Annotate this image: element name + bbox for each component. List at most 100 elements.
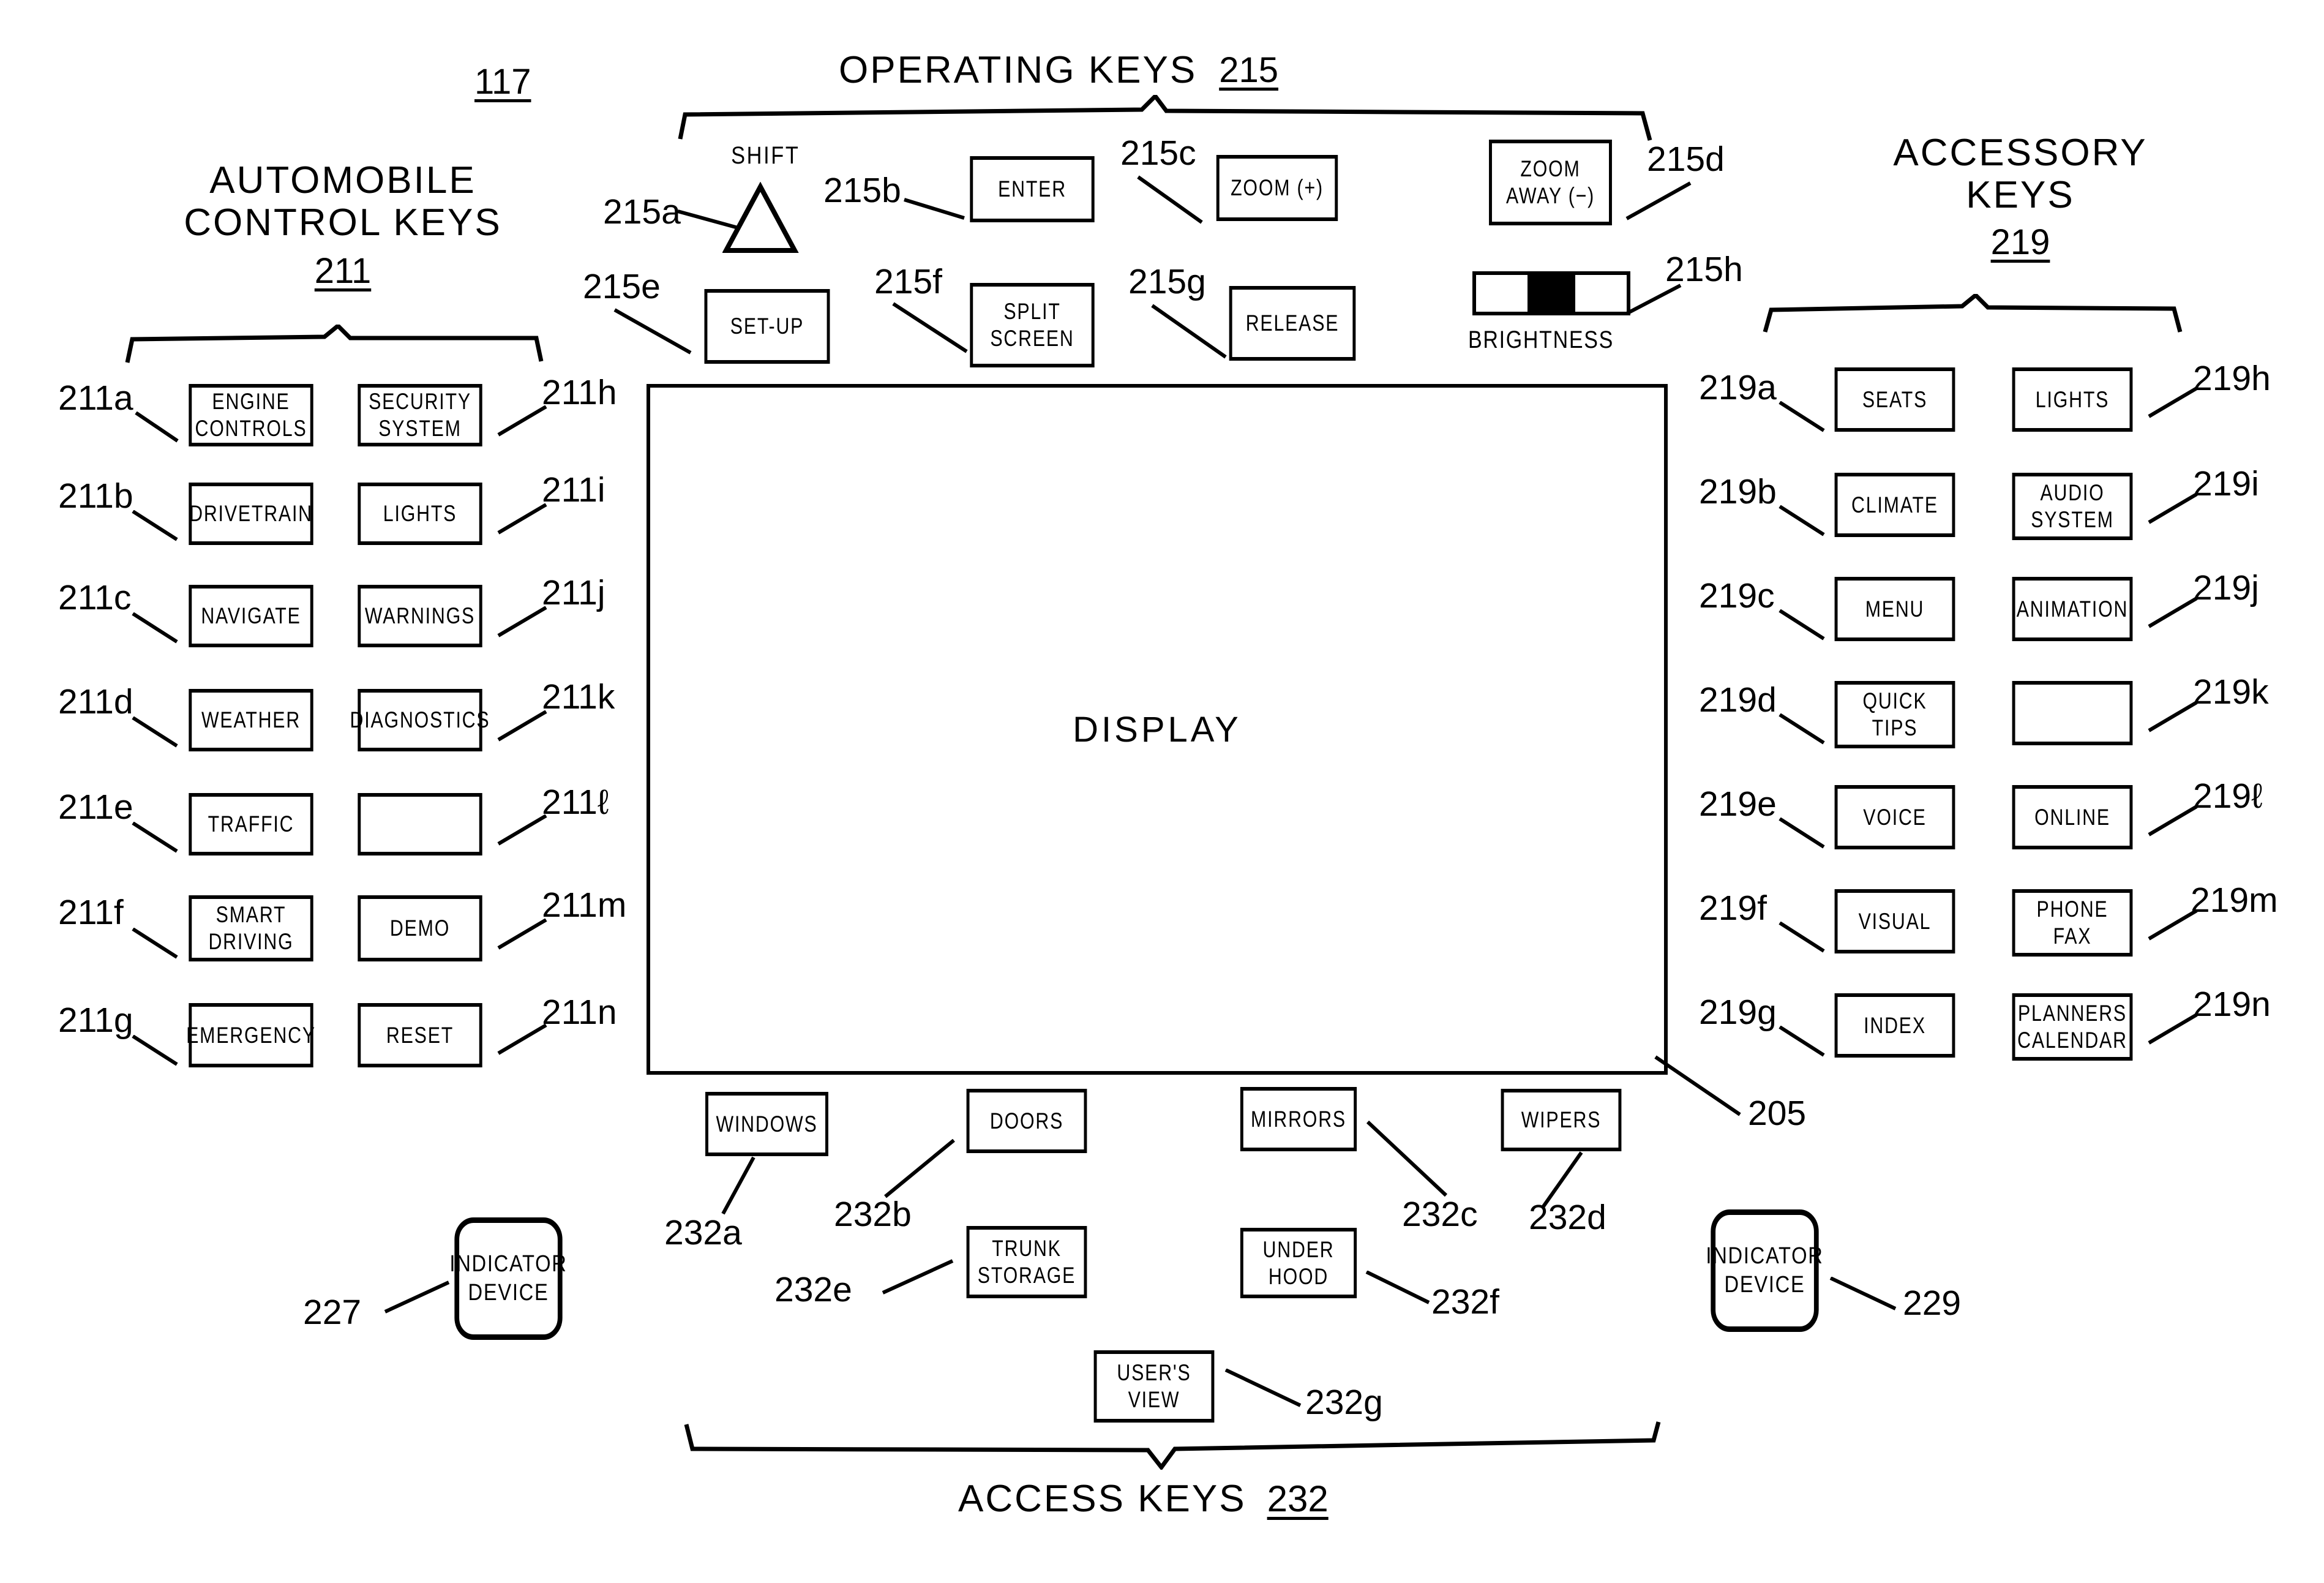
key-security-system-label: SECURITY SYSTEM bbox=[369, 389, 471, 441]
key-under-hood-label: UNDER HOOD bbox=[1262, 1236, 1335, 1289]
key-online[interactable]: ONLINE bbox=[1999, 785, 2146, 849]
key-animation-label: ANIMATION bbox=[2016, 596, 2129, 622]
ref-219a: 219a bbox=[1699, 368, 1777, 407]
key-visual[interactable]: VISUAL bbox=[1821, 889, 1968, 953]
key-climate[interactable]: CLIMATE bbox=[1821, 473, 1968, 537]
key-security-system[interactable]: SECURITY SYSTEM bbox=[344, 384, 496, 446]
key-enter-label: ENTER bbox=[998, 176, 1066, 202]
accessory-keys-brace bbox=[1763, 294, 2183, 333]
leader-219j bbox=[2148, 597, 2198, 628]
key-trunk-storage[interactable]: TRUNK STORAGE bbox=[953, 1226, 1100, 1298]
key-lights-accessory[interactable]: LIGHTS bbox=[1999, 367, 2146, 432]
key-emergency[interactable]: EMERGENCY bbox=[175, 1003, 327, 1067]
key-release-label: RELEASE bbox=[1245, 310, 1340, 336]
key-navigate[interactable]: NAVIGATE bbox=[175, 585, 327, 647]
key-drivetrain[interactable]: DRIVETRAIN bbox=[175, 483, 327, 545]
key-traffic[interactable]: TRAFFIC bbox=[175, 793, 327, 855]
ref-232a: 232a bbox=[664, 1213, 742, 1252]
key-planners-calendar-label: PLANNERS CALENDAR bbox=[2017, 1001, 2127, 1053]
ref-219j: 219j bbox=[2193, 568, 2259, 607]
key-emergency-label: EMERGENCY bbox=[186, 1022, 316, 1048]
key-diagnostics-label: DIAGNOSTICS bbox=[350, 707, 490, 733]
operating-keys-ref: 215 bbox=[1219, 50, 1278, 91]
key-phone-fax-label: PHONE FAX bbox=[2036, 897, 2108, 949]
accessory-keys-header: ACCESSORY KEYS 219 bbox=[1824, 132, 2216, 263]
leader-211g bbox=[132, 1035, 178, 1066]
ref-229: 229 bbox=[1903, 1284, 1962, 1323]
ref-211k: 211k bbox=[542, 677, 615, 716]
key-audio-system-label: AUDIO SYSTEM bbox=[2031, 480, 2114, 532]
key-climate-label: CLIMATE bbox=[1851, 492, 1938, 517]
ref-211c: 211c bbox=[58, 578, 132, 617]
ref-205: 205 bbox=[1748, 1094, 1807, 1133]
key-quick-tips[interactable]: QUICK TIPS bbox=[1821, 681, 1968, 748]
key-doors[interactable]: DOORS bbox=[953, 1089, 1100, 1153]
leader-211f bbox=[132, 928, 178, 959]
key-set-up[interactable]: SET-UP bbox=[691, 289, 844, 364]
key-enter[interactable]: ENTER bbox=[956, 156, 1108, 222]
ref-215f: 215f bbox=[874, 262, 942, 301]
key-menu[interactable]: MENU bbox=[1821, 577, 1968, 641]
ref-215c: 215c bbox=[1120, 133, 1196, 173]
key-demo[interactable]: DEMO bbox=[344, 895, 496, 961]
key-phone-fax[interactable]: PHONE FAX bbox=[1999, 889, 2146, 957]
key-blank-211l[interactable] bbox=[344, 793, 496, 855]
key-warnings[interactable]: WARNINGS bbox=[344, 585, 496, 647]
key-lights-control[interactable]: LIGHTS bbox=[344, 483, 496, 545]
display-screen[interactable]: DISPLAY bbox=[647, 384, 1668, 1075]
ref-215h: 215h bbox=[1665, 250, 1743, 289]
key-drivetrain-label: DRIVETRAIN bbox=[189, 501, 313, 527]
figure-ref-117: 117 bbox=[474, 62, 531, 102]
leader-232g bbox=[1224, 1369, 1302, 1407]
key-users-view[interactable]: USER'S VIEW bbox=[1081, 1350, 1228, 1423]
shift-caption: SHIFT bbox=[731, 142, 800, 169]
key-split-screen-label: SPLIT SCREEN bbox=[990, 299, 1074, 351]
key-release[interactable]: RELEASE bbox=[1215, 286, 1370, 361]
leader-232e bbox=[882, 1259, 954, 1295]
key-windows[interactable]: WINDOWS bbox=[692, 1092, 842, 1156]
key-navigate-label: NAVIGATE bbox=[201, 603, 301, 629]
brightness-slider[interactable] bbox=[1472, 271, 1630, 315]
ref-211i: 211i bbox=[542, 470, 605, 509]
key-planners-calendar[interactable]: PLANNERS CALENDAR bbox=[1999, 993, 2146, 1061]
leader-215e bbox=[613, 308, 692, 355]
leader-219n bbox=[2148, 1013, 2198, 1045]
ref-211f: 211f bbox=[58, 893, 124, 932]
ref-232e: 232e bbox=[774, 1270, 852, 1309]
key-blank-219k[interactable] bbox=[1999, 681, 2146, 745]
key-seats[interactable]: SEATS bbox=[1821, 367, 1968, 432]
key-under-hood[interactable]: UNDER HOOD bbox=[1228, 1228, 1370, 1298]
key-zoom-away[interactable]: ZOOM AWAY (−) bbox=[1475, 140, 1625, 225]
key-reset-label: RESET bbox=[386, 1022, 454, 1048]
ref-227: 227 bbox=[303, 1293, 362, 1332]
key-zoom-away-label: ZOOM AWAY (−) bbox=[1505, 156, 1595, 208]
key-animation[interactable]: ANIMATION bbox=[1999, 577, 2146, 641]
key-engine-controls[interactable]: ENGINE CONTROLS bbox=[175, 384, 327, 446]
key-mirrors[interactable]: MIRRORS bbox=[1228, 1087, 1370, 1151]
key-visual-label: VISUAL bbox=[1858, 908, 1932, 934]
ref-232g: 232g bbox=[1305, 1383, 1383, 1422]
ref-219m: 219m bbox=[2191, 881, 2278, 920]
key-index[interactable]: INDEX bbox=[1821, 993, 1968, 1058]
indicator-device-229[interactable]: INDICATOR DEVICE bbox=[1706, 1209, 1823, 1332]
key-voice-label: VOICE bbox=[1863, 804, 1927, 830]
key-voice[interactable]: VOICE bbox=[1821, 785, 1968, 849]
key-wipers[interactable]: WIPERS bbox=[1488, 1089, 1635, 1151]
automobile-control-keys-brace bbox=[125, 325, 544, 363]
key-menu-label: MENU bbox=[1865, 596, 1925, 622]
indicator-device-227[interactable]: INDICATOR DEVICE bbox=[449, 1217, 566, 1340]
ref-219b: 219b bbox=[1699, 472, 1777, 511]
key-reset[interactable]: RESET bbox=[344, 1003, 496, 1067]
operating-keys-header: OPERATING KEYS 215 bbox=[839, 49, 1278, 91]
key-zoom-in[interactable]: ZOOM (+) bbox=[1203, 155, 1351, 221]
automobile-control-keys-header: AUTOMOBILE CONTROL KEYS 211 bbox=[147, 159, 539, 291]
ref-215e: 215e bbox=[583, 267, 661, 306]
key-smart-driving[interactable]: SMART DRIVING bbox=[175, 895, 327, 961]
accessory-keys-ref: 219 bbox=[1990, 222, 2050, 262]
ref-211a: 211a bbox=[58, 378, 133, 418]
key-weather[interactable]: WEATHER bbox=[175, 689, 327, 751]
key-mirrors-label: MIRRORS bbox=[1251, 1106, 1346, 1132]
key-audio-system[interactable]: AUDIO SYSTEM bbox=[1999, 473, 2146, 540]
key-split-screen[interactable]: SPLIT SCREEN bbox=[956, 283, 1108, 367]
key-diagnostics[interactable]: DIAGNOSTICS bbox=[344, 689, 496, 751]
